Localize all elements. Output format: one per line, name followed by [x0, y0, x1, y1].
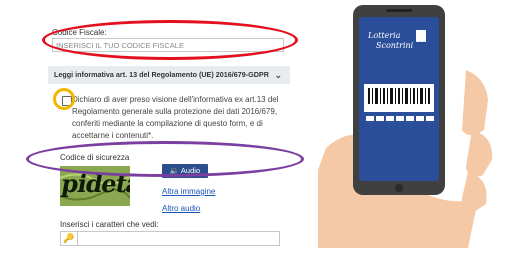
red-highlight-oval — [42, 20, 298, 60]
required-mark: *. — [148, 131, 154, 140]
phone-illustration: Lotteria Scontrini — [318, 5, 493, 248]
phone-home-button — [395, 184, 403, 192]
phone-code-boxes — [366, 116, 434, 121]
yellow-highlight-circle — [53, 88, 75, 110]
captcha-answer-input[interactable]: 🔑 — [60, 231, 280, 246]
phone-barcode — [368, 88, 430, 104]
hand-holding-phone-illustration: Lotteria Scontrini — [318, 0, 506, 248]
purple-highlight-oval — [26, 141, 304, 177]
phone-brand-line2: Scontrini — [376, 41, 414, 50]
index-finger — [462, 70, 488, 135]
middle-finger — [466, 130, 493, 177]
receipt-icon — [416, 30, 426, 42]
phone-brand-line1: Lotteria — [367, 31, 401, 40]
other-audio-link[interactable]: Altro audio — [162, 204, 200, 213]
chevron-down-icon: ⌄ — [274, 70, 282, 80]
enter-chars-label: Inserisci i caratteri che vedi: — [60, 220, 159, 229]
phone-speaker — [386, 9, 412, 12]
other-image-link[interactable]: Altra immagine — [162, 187, 215, 196]
privacy-accordion[interactable]: Leggi informativa art. 13 del Regolament… — [48, 66, 290, 84]
consent-text: Dichiaro di aver preso visione dell'info… — [72, 95, 279, 140]
privacy-accordion-label: Leggi informativa art. 13 del Regolament… — [54, 70, 269, 79]
key-icon: 🔑 — [61, 232, 78, 245]
